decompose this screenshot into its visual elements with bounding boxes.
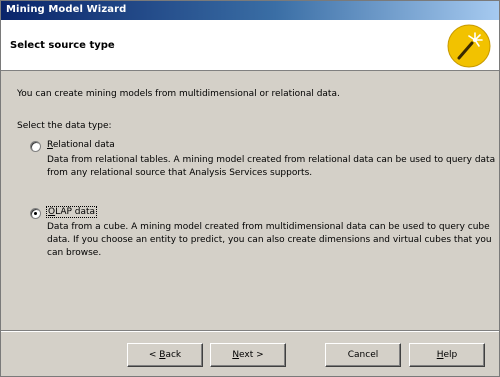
next-button[interactable]: Next > — [210, 343, 286, 367]
magic-wand-icon — [447, 24, 491, 68]
cancel-button[interactable]: Cancel — [325, 343, 401, 367]
relational-data-description: Data from relational tables. A mining mo… — [47, 155, 496, 178]
page-title: Select source type — [10, 40, 115, 51]
title-bar[interactable]: Mining Model Wizard — [1, 1, 499, 20]
olap-data-description: Data from a cube. A mining model created… — [47, 222, 492, 258]
intro-text: You can create mining models from multid… — [17, 89, 340, 99]
data-type-prompt: Select the data type: — [17, 121, 112, 131]
footer-divider-highlight — [1, 331, 499, 332]
back-button[interactable]: < Back — [127, 343, 203, 367]
relational-data-label[interactable]: Relational data — [47, 140, 115, 150]
wizard-window: Mining Model Wizard Select source type Y… — [0, 0, 500, 377]
olap-data-label[interactable]: OLAP data — [45, 206, 98, 218]
olap-data-radio[interactable] — [30, 208, 41, 219]
help-button[interactable]: Help — [409, 343, 485, 367]
relational-data-radio[interactable] — [30, 141, 41, 152]
wizard-header: Select source type — [1, 20, 499, 71]
window-title: Mining Model Wizard — [6, 4, 127, 15]
